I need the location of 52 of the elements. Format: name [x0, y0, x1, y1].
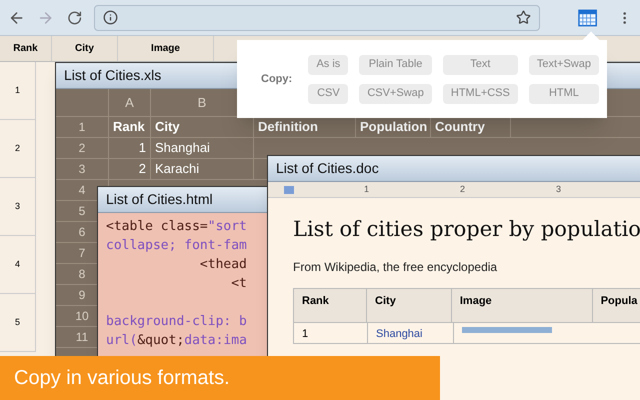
- format-button[interactable]: Plain Table: [359, 54, 432, 74]
- bookmark-star-icon[interactable]: [516, 10, 530, 25]
- table-cell: 3: [0, 178, 36, 236]
- format-button[interactable]: CSV+Swap: [359, 84, 432, 104]
- format-button[interactable]: HTML: [528, 84, 599, 104]
- code-line: background-clip: b: [106, 313, 247, 331]
- copy-label: Copy:: [260, 72, 294, 87]
- window-title: List of Cities.html: [106, 190, 213, 209]
- table-cell: 1: [294, 322, 368, 342]
- table-cell: 5: [0, 294, 36, 352]
- spreadsheet-cell: 1: [109, 138, 151, 158]
- window-title: List of Cities.doc: [276, 159, 379, 178]
- indent-marker-icon[interactable]: [284, 186, 294, 194]
- spreadsheet-cell: Shanghai: [151, 138, 254, 158]
- document-heading: List of cities proper by populatio: [293, 216, 640, 243]
- column-header: City: [367, 288, 452, 322]
- row-number: 2: [56, 138, 109, 158]
- format-button[interactable]: Text: [442, 54, 518, 74]
- ruler-number: 2: [460, 182, 466, 196]
- format-button[interactable]: CSV: [308, 84, 348, 104]
- table-icon[interactable]: [578, 8, 597, 26]
- ruler-number: 3: [556, 182, 562, 196]
- column-header: Image: [452, 288, 593, 322]
- code-line: <t: [230, 275, 247, 293]
- table-cell: 4: [0, 236, 36, 294]
- document-subtitle: From Wikipedia, the free encyclopedia: [293, 258, 498, 276]
- info-icon: [102, 10, 118, 25]
- window-title: List of Cities.xls: [64, 66, 162, 85]
- column-header[interactable]: Rank: [0, 36, 52, 61]
- table-cell: 2: [0, 120, 36, 178]
- ruler-number: 1: [364, 182, 370, 196]
- spreadsheet-cell: Karachi: [151, 159, 254, 179]
- code-line: <thead: [198, 256, 247, 274]
- column-header: Rank: [294, 288, 368, 322]
- format-button[interactable]: Text+Swap: [528, 54, 599, 74]
- code-line: <table class="sort: [106, 218, 247, 236]
- column-letter: A: [109, 89, 151, 116]
- code-line: url(&quot;data:ima: [106, 332, 247, 350]
- table-cell[interactable]: Shanghai: [368, 322, 454, 342]
- format-button[interactable]: HTML+CSS: [442, 84, 518, 104]
- column-header[interactable]: Image: [118, 36, 214, 61]
- spreadsheet-cell: Rank: [109, 117, 151, 137]
- format-button[interactable]: As is: [308, 54, 348, 74]
- row-number: 3: [56, 159, 109, 179]
- spreadsheet-cell: 2: [109, 159, 151, 179]
- reload-icon[interactable]: [66, 10, 82, 26]
- table-cell: 1: [0, 62, 36, 120]
- row-number: 1: [56, 117, 109, 137]
- code-line: collapse; font-fam: [106, 237, 247, 255]
- caption-text: Copy in various formats.: [14, 366, 230, 391]
- column-header: Popula: [592, 288, 640, 322]
- column-header[interactable]: City: [52, 36, 118, 61]
